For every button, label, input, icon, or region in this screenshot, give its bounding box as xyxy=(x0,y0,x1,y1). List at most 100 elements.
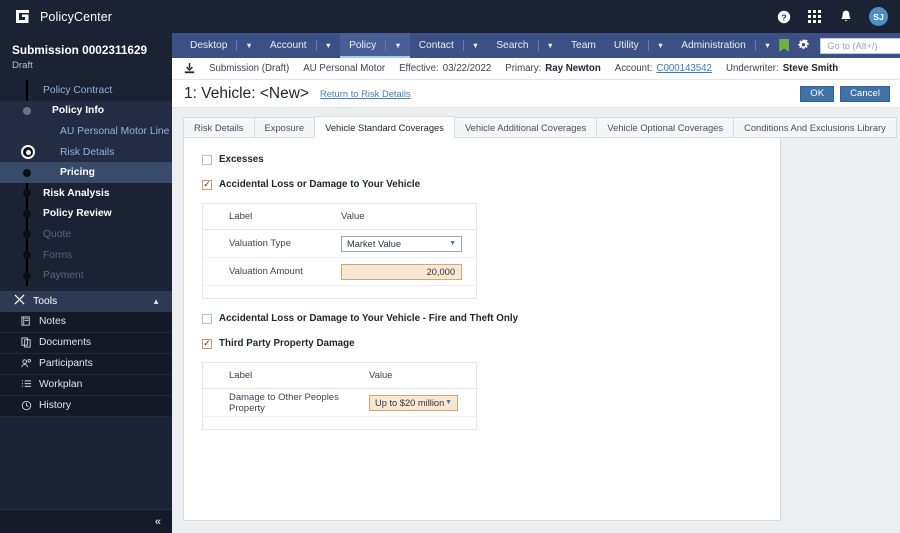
tools-icon xyxy=(14,292,25,310)
tool-item-workplan[interactable]: Workplan xyxy=(0,374,172,396)
user-avatar[interactable]: SJ xyxy=(869,7,888,26)
sidebar-item-forms[interactable]: Forms xyxy=(0,245,172,266)
coverage-tab-bar: Risk Details Exposure Vehicle Standard Cov… xyxy=(183,116,897,138)
coverage-checkbox[interactable] xyxy=(202,154,212,165)
term-select[interactable]: Up to $20 million ▼ xyxy=(369,394,458,411)
coverage-checkbox[interactable] xyxy=(202,313,212,324)
sidebar-item-policy-contract[interactable]: Policy Contract xyxy=(0,80,172,101)
effective-date: Effective: 03/22/2022 xyxy=(399,63,491,74)
cancel-button[interactable]: Cancel xyxy=(840,85,890,102)
account-link[interactable]: C000143542 xyxy=(656,63,712,74)
workflow-marker-filled xyxy=(21,187,33,199)
tools-section-header[interactable]: Tools ▲ xyxy=(0,290,172,312)
term-text-input[interactable]: 20,000 xyxy=(341,263,462,280)
download-icon xyxy=(184,63,195,74)
sidebar-item-policy-review[interactable]: Policy Review xyxy=(0,204,172,225)
workflow-marker-filled xyxy=(21,270,33,282)
bookmark-icon[interactable] xyxy=(779,39,790,52)
brand[interactable]: PolicyCenter xyxy=(0,0,172,33)
term-label: Valuation Amount xyxy=(229,266,303,277)
main-menu-bar: Desktop ▼ Account ▼ Policy ▼ Contact ▼ Search ▼ Te… xyxy=(172,33,900,58)
coverage-checkbox[interactable] xyxy=(202,338,212,349)
chevron-up-icon[interactable]: ▲ xyxy=(152,297,160,306)
tool-item-participants[interactable]: Participants xyxy=(0,353,172,375)
chevron-down-icon[interactable]: ▼ xyxy=(237,33,260,58)
chevron-down-icon[interactable]: ▼ xyxy=(317,33,340,58)
page-title: 1: Vehicle: <New> xyxy=(184,84,309,102)
tab-risk-details[interactable]: Risk Details xyxy=(183,117,255,138)
sidebar-item-payment[interactable]: Payment xyxy=(0,265,172,286)
column-header-value: Value xyxy=(369,370,393,381)
sidebar-item-label: Policy Review xyxy=(43,208,112,220)
chevron-down-icon[interactable]: ▼ xyxy=(649,33,672,58)
context-info-bar: Submission (Draft) AU Personal Motor Eff… xyxy=(172,58,900,80)
help-icon[interactable]: ? xyxy=(776,9,791,24)
coverage-terms-table: Label Value Valuation Type Market Value ▼ Val… xyxy=(202,203,477,299)
coverage-label: Accidental Loss or Damage to Your Vehicl… xyxy=(219,313,519,324)
sidebar-item-quote[interactable]: Quote xyxy=(0,224,172,245)
policycenter-logo-icon xyxy=(14,8,31,25)
tool-item-notes[interactable]: Notes xyxy=(0,311,172,333)
history-icon xyxy=(21,400,32,411)
menu-desktop[interactable]: Desktop ▼ xyxy=(181,33,261,58)
menu-account[interactable]: Account ▼ xyxy=(261,33,340,58)
chevron-down-icon[interactable]: ▼ xyxy=(449,240,456,247)
sidebar-item-policy-info[interactable]: Policy Info xyxy=(0,100,172,122)
sidebar-item-label: Quote xyxy=(43,228,72,240)
menu-policy[interactable]: Policy ▼ xyxy=(340,33,410,58)
coverage-checkbox[interactable] xyxy=(202,179,212,190)
sidebar-collapse-bar[interactable]: « xyxy=(0,509,172,533)
menu-administration[interactable]: Administration ▼ xyxy=(672,33,779,58)
tab-exposure[interactable]: Exposure xyxy=(253,117,316,138)
product-name: AU Personal Motor xyxy=(303,63,386,74)
underwriter-label: Underwriter: xyxy=(725,63,779,74)
sidebar-item-pricing[interactable]: Pricing xyxy=(0,162,172,183)
ok-button[interactable]: OK xyxy=(800,85,835,102)
notifications-bell-icon[interactable] xyxy=(838,9,853,24)
account-info: Account: C000143542 xyxy=(615,63,712,74)
term-value-cell: Market Value ▼ xyxy=(341,235,476,252)
tool-item-label: Notes xyxy=(39,316,66,328)
tab-vehicle-standard-coverages[interactable]: Vehicle Standard Coverages xyxy=(314,116,455,138)
tool-item-label: Documents xyxy=(39,337,92,349)
menu-search[interactable]: Search ▼ xyxy=(487,33,562,58)
tools-list: Notes Documents Participants Workplan Histor… xyxy=(0,311,172,417)
apps-grid-icon[interactable] xyxy=(807,9,822,24)
table-footer xyxy=(203,417,476,429)
menu-utility[interactable]: Utility ▼ xyxy=(605,33,672,58)
sidebar-item-risk-details[interactable]: Risk Details xyxy=(0,141,172,163)
search-input[interactable]: Go to (Alt+/) xyxy=(820,37,900,54)
account-label: Account: xyxy=(614,63,653,74)
tab-vehicle-optional-coverages[interactable]: Vehicle Optional Coverages xyxy=(596,117,735,138)
workflow-marker-filled xyxy=(21,228,33,240)
notes-icon xyxy=(21,316,32,327)
term-select[interactable]: Market Value ▼ xyxy=(341,235,462,252)
return-to-risk-details-link[interactable]: Return to Risk Details xyxy=(320,88,411,99)
tab-vehicle-additional-coverages[interactable]: Vehicle Additional Coverages xyxy=(453,117,598,138)
sidebar-item-label: Forms xyxy=(43,249,73,261)
tool-item-documents[interactable]: Documents xyxy=(0,332,172,354)
sidebar-item-label: Payment xyxy=(43,270,84,282)
tool-item-label: Participants xyxy=(39,358,93,370)
sidebar-item-risk-analysis[interactable]: Risk Analysis xyxy=(0,183,172,204)
chevron-down-icon[interactable]: ▼ xyxy=(386,33,409,58)
column-header-value: Value xyxy=(341,211,365,222)
table-row: Valuation Amount 20,000 xyxy=(203,258,476,286)
tool-item-history[interactable]: History xyxy=(0,395,172,417)
table-row: Valuation Type Market Value ▼ xyxy=(203,230,476,258)
menu-contact[interactable]: Contact ▼ xyxy=(410,33,488,58)
documents-icon xyxy=(21,337,32,348)
menu-team[interactable]: Team xyxy=(562,33,605,58)
primary-value: Ray Newton xyxy=(545,63,601,74)
collapse-icon[interactable]: « xyxy=(155,516,161,528)
primary-label: Primary: xyxy=(505,63,542,74)
chevron-down-icon[interactable]: ▼ xyxy=(756,33,779,58)
gear-icon[interactable] xyxy=(798,39,811,52)
sidebar-item-au-personal-motor-line[interactable]: AU Personal Motor Line xyxy=(0,121,172,142)
chevron-down-icon[interactable]: ▼ xyxy=(464,33,487,58)
chevron-down-icon[interactable]: ▼ xyxy=(445,399,452,406)
chevron-down-icon[interactable]: ▼ xyxy=(539,33,562,58)
coverages-panel: Excesses Accidental Loss or Damage to You… xyxy=(183,138,781,521)
primary-insured: Primary: Ray Newton xyxy=(505,63,601,74)
tab-conditions-and-exclusions-library[interactable]: Conditions And Exclusions Library xyxy=(733,117,897,138)
